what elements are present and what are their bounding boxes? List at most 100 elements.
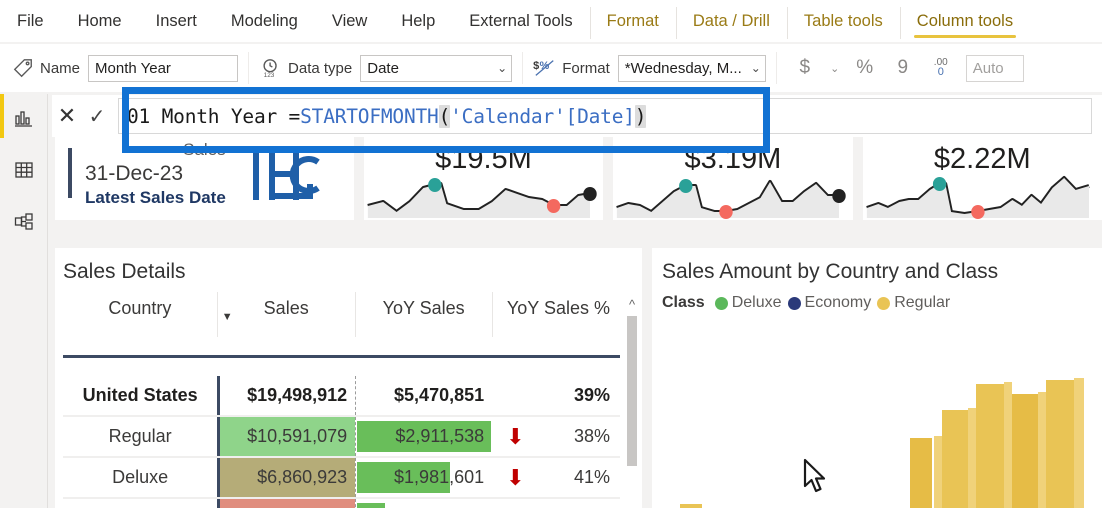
svg-text:$: $ <box>533 60 539 72</box>
header-label: YoY Sales <box>382 298 465 318</box>
check-icon[interactable]: ✓ <box>82 96 112 136</box>
cell-yoy-sales: $5,470,851 <box>355 376 493 417</box>
format-dropdown[interactable]: *Wednesday, M... ⌄ <box>617 54 766 82</box>
cell-country: Economy <box>63 498 218 508</box>
thousands-separator-button[interactable]: 9 <box>888 53 918 83</box>
column-divider <box>217 417 221 456</box>
bar <box>968 408 976 508</box>
data-type-group: 123 Data type Date ⌄ <box>248 44 522 92</box>
column-header-country[interactable]: Country <box>63 292 218 337</box>
sidebar-item-data-view[interactable] <box>0 146 48 198</box>
ribbon-tab-insert[interactable]: Insert <box>139 0 214 42</box>
cell-yoy-pct: ⬇39% <box>492 498 620 508</box>
currency-dropdown-chevron-down-icon[interactable]: ⌄ <box>828 53 842 83</box>
legend-item-deluxe[interactable]: Deluxe <box>714 294 782 312</box>
legend-item-regular[interactable]: Regular <box>877 294 950 312</box>
formula-bar: ✕ ✓ 01 Month Year = STARTOFMONTH('Calend… <box>52 95 1102 137</box>
ribbon-tab-modeling[interactable]: Modeling <box>214 0 315 42</box>
trend-down-icon: ⬇ <box>506 464 525 490</box>
cell-yoy-sales: $2,911,538 <box>355 416 493 458</box>
currency-format-button[interactable]: $ <box>790 53 820 83</box>
column-header-yoy-sales[interactable]: YoY Sales <box>355 292 493 337</box>
sidebar-item-report-view[interactable] <box>0 94 48 146</box>
header-label: Sales <box>263 298 309 318</box>
yoy-pct-value: 39% <box>573 385 610 405</box>
bar <box>910 438 932 508</box>
close-icon[interactable]: ✕ <box>52 96 82 136</box>
table-body: United States $19,498,912 $5,470,851 39%… <box>63 376 620 508</box>
legend-item-economy[interactable]: Economy <box>787 294 871 312</box>
cell-yoy-pct: ⬇ 41% <box>492 457 620 499</box>
name-input[interactable]: Month Year <box>88 54 239 82</box>
data-type-dropdown[interactable]: Date ⌄ <box>360 54 513 82</box>
column-header-sales[interactable]: ▼ Sales <box>217 292 356 337</box>
sales-by-country-class-visual[interactable]: Sales Amount by Country and Class Class … <box>652 248 1102 508</box>
sales-details-title: Sales Details <box>63 260 186 283</box>
table-vertical-scrollbar[interactable]: ^ <box>626 298 638 508</box>
header-rule <box>63 355 620 358</box>
decimal-places-button[interactable]: .00 0 <box>926 53 956 83</box>
sales-details-table: Country ▼ Sales YoY Sales YoY Sales % Un… <box>63 292 620 508</box>
auto-label: Auto <box>972 59 1004 77</box>
table-row[interactable]: United States $19,498,912 $5,470,851 39% <box>63 376 620 417</box>
ribbon-tab-home[interactable]: Home <box>61 0 139 42</box>
dax-formula-input[interactable]: 01 Month Year = STARTOFMONTH('Calendar'[… <box>118 98 1092 134</box>
tab-label: Help <box>401 11 436 30</box>
decimal-bottom: 0 <box>937 65 944 78</box>
table-header: Country ▼ Sales YoY Sales YoY Sales % <box>63 292 620 376</box>
percent-symbol: % <box>856 57 874 78</box>
card-accent-bar <box>68 148 72 198</box>
format-group: $ % Format *Wednesday, M... ⌄ <box>522 44 776 92</box>
country-value: Deluxe <box>112 467 169 487</box>
cell-country: Regular <box>63 416 218 458</box>
latest-sales-date-value: 31-Dec-23 <box>85 162 184 185</box>
number-format-group: $ ⌄ % 9 .00 0 Auto <box>775 44 1034 92</box>
latest-sales-date-card[interactable]: Sales 31-Dec-23 Latest Sales Date <box>55 130 354 220</box>
table-row[interactable]: Regular $10,591,079 $2,911,538 ⬇ 38% <box>63 416 620 458</box>
scrollbar-thumb[interactable] <box>627 316 637 466</box>
ribbon-tab-view[interactable]: View <box>315 0 384 42</box>
cell-country: United States <box>63 376 218 417</box>
header-label: YoY Sales % <box>506 298 610 318</box>
tab-label: External Tools <box>469 11 573 30</box>
cell-yoy-pct: ⬇ 38% <box>492 416 620 458</box>
legend-color-swatch <box>787 296 801 310</box>
bar <box>680 504 702 508</box>
tab-label: View <box>331 11 368 30</box>
report-canvas: Sales 31-Dec-23 Latest Sales Date $19.5M <box>49 94 1102 508</box>
comma-symbol: 9 <box>897 57 909 78</box>
ribbon-tab-external-tools[interactable]: External Tools <box>452 0 589 42</box>
sales-details-visual[interactable]: Sales Details Country ▼ Sales YoY Sales … <box>55 248 642 508</box>
column-header-yoy-sales-pct[interactable]: YoY Sales % <box>492 292 620 337</box>
percent-format-button[interactable]: % <box>850 53 880 83</box>
sales-details-table-wrapper: Country ▼ Sales YoY Sales YoY Sales % Un… <box>63 292 620 508</box>
svg-text:123: 123 <box>264 72 275 79</box>
profit-kpi-card[interactable]: $3.19M <box>613 130 853 220</box>
formula-function-name: STARTOFMONTH <box>300 104 439 128</box>
table-row[interactable]: Economy $2,046,910 $577,712 ⬇39% <box>63 498 620 508</box>
third-kpi-card[interactable]: $2.22M <box>862 130 1102 220</box>
cell-yoy-sales: $577,712 <box>355 498 493 508</box>
ribbon-tab-table-tools[interactable]: Table tools <box>786 0 900 42</box>
table-row[interactable]: Deluxe $6,860,923 $1,981,601 ⬇ 41% <box>63 457 620 499</box>
column-divider-dashed <box>355 376 357 415</box>
sort-descending-icon: ▼ <box>221 311 233 323</box>
yoy-sales-value: $1,981,601 <box>394 467 485 487</box>
ribbon-tab-format[interactable]: Format <box>589 0 676 42</box>
tab-label: Table tools <box>803 11 883 30</box>
bar-chart-icon <box>14 108 34 133</box>
legend-title: Class <box>662 294 705 311</box>
ribbon-tab-data-drill[interactable]: Data / Drill <box>675 0 787 42</box>
ribbon-tab-help[interactable]: Help <box>384 0 452 42</box>
format-value: *Wednesday, M... <box>624 59 742 77</box>
sidebar-item-model-view[interactable] <box>0 198 48 250</box>
sales-kpi-card[interactable]: $19.5M <box>363 130 604 220</box>
sales-value: $10,591,079 <box>247 426 348 446</box>
latest-sales-date-label: Latest Sales Date <box>85 188 226 207</box>
ribbon-tab-file[interactable]: File <box>0 0 61 42</box>
ribbon-tab-column-tools[interactable]: Column tools <box>899 0 1030 42</box>
chevron-up-icon[interactable]: ^ <box>626 298 638 311</box>
country-value: Regular <box>108 426 172 446</box>
decimal-auto-input[interactable]: Auto <box>965 54 1024 82</box>
tab-label: Home <box>77 11 122 30</box>
